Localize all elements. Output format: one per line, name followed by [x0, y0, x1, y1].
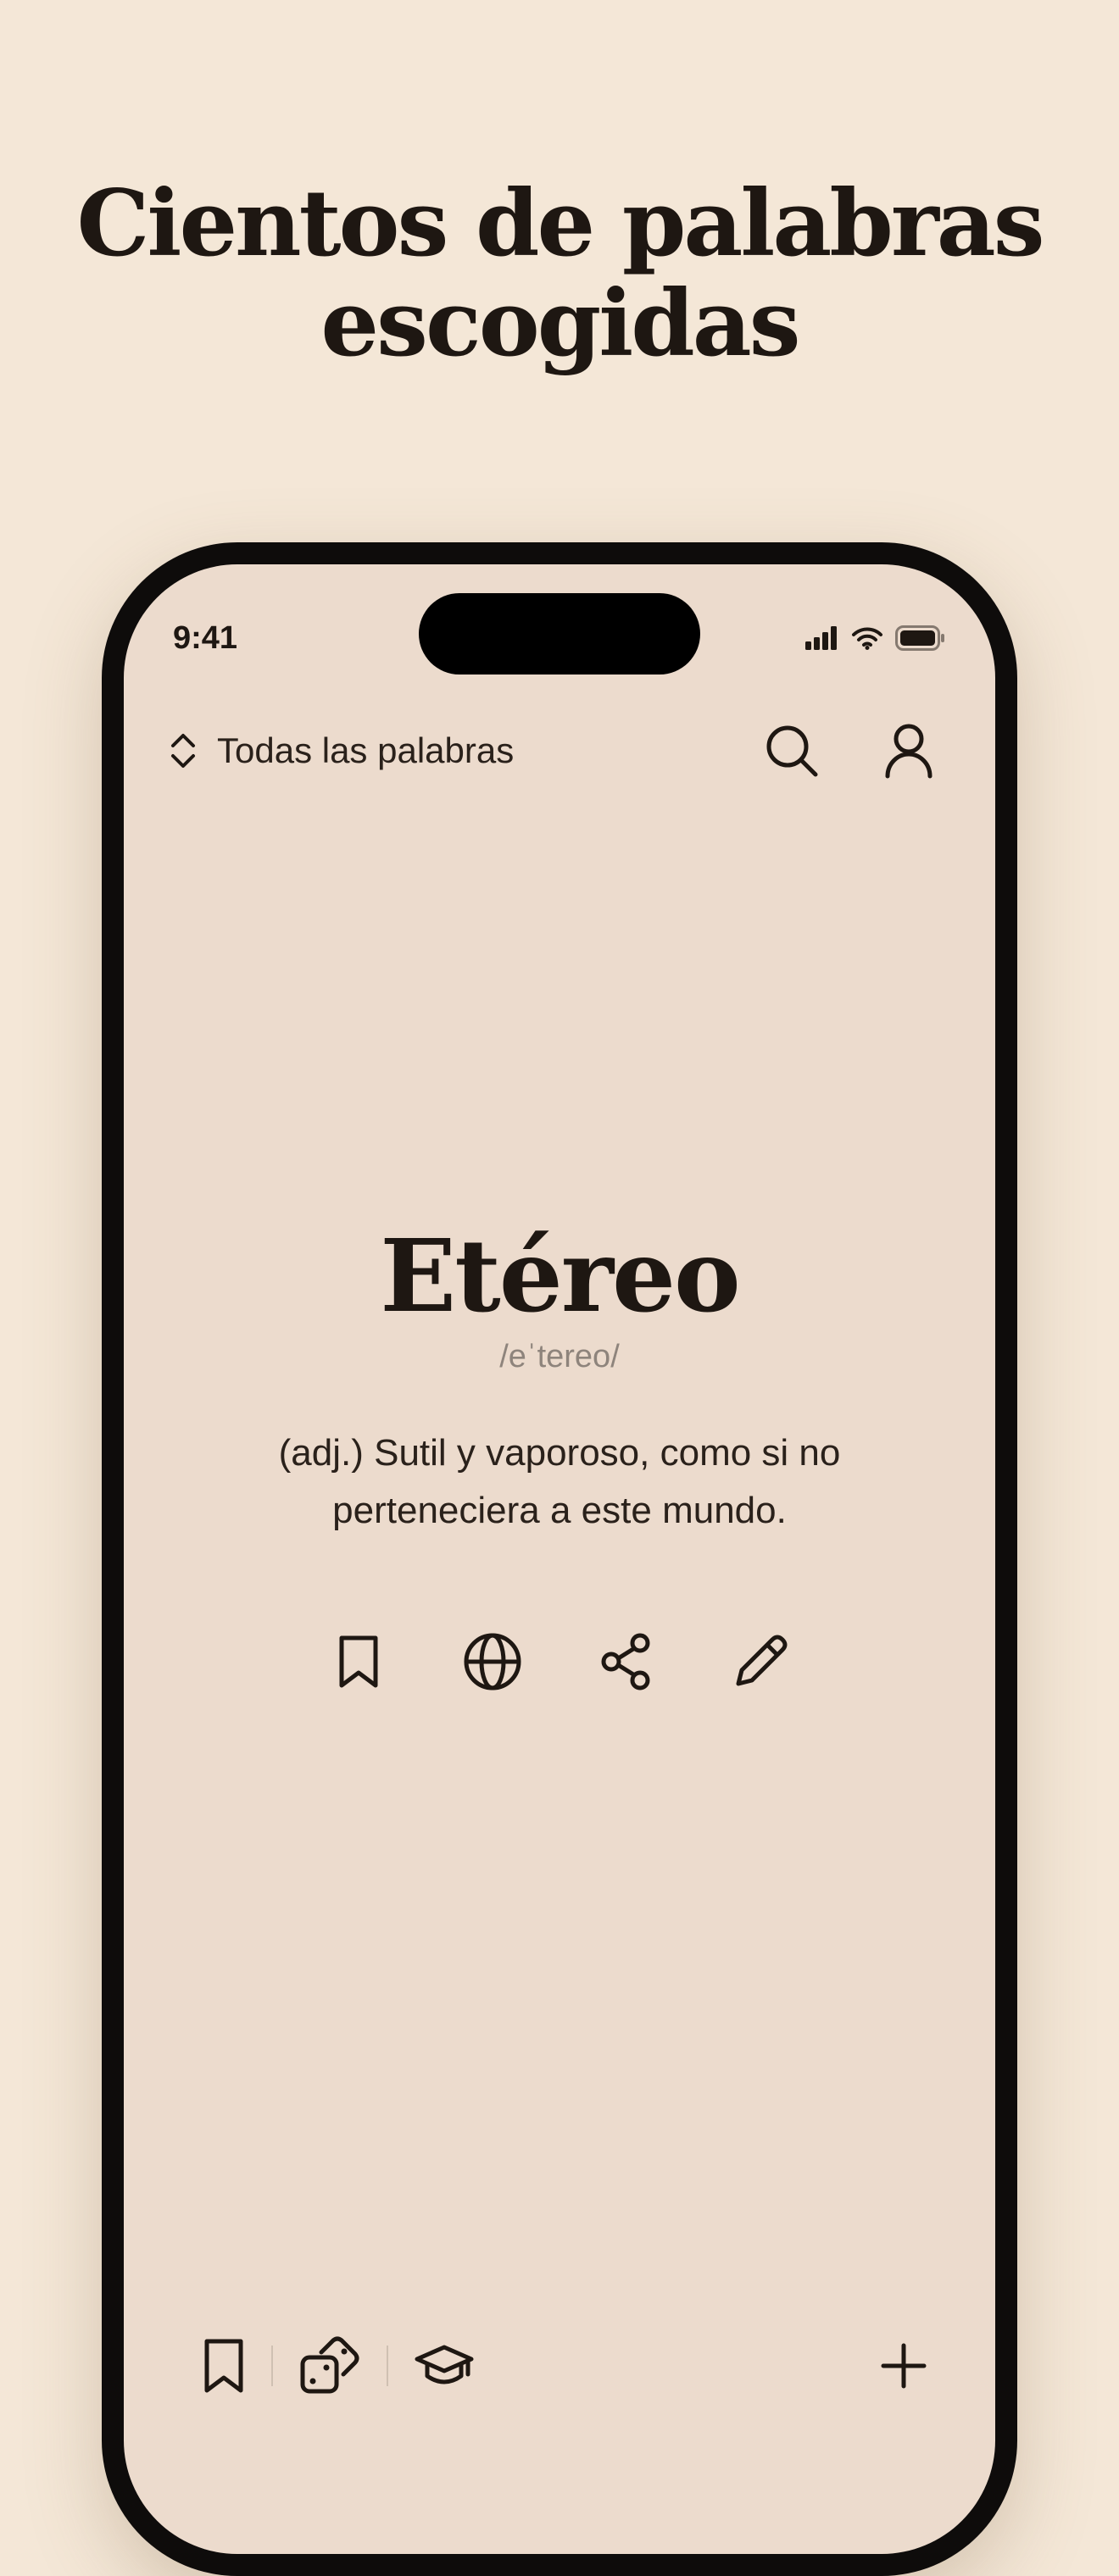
- bookmark-icon: [200, 2336, 248, 2396]
- filter-label: Todas las palabras: [217, 730, 515, 770]
- word-title: Etéreo: [380, 1217, 740, 1335]
- phone-frame: 9:41 Todas las palabras Etéreo /eˈtereo/…: [102, 542, 1017, 2576]
- headline-line-1: Cientos de palabras: [76, 170, 1044, 277]
- chevron-up-down-icon: [168, 729, 198, 773]
- saved-words-tab[interactable]: [190, 2332, 258, 2400]
- share-icon: [598, 1631, 655, 1692]
- profile-button[interactable]: [878, 720, 939, 781]
- pencil-icon: [730, 1631, 791, 1692]
- globe-icon: [462, 1631, 523, 1692]
- save-word-button[interactable]: [320, 1624, 397, 1700]
- bottom-bar-divider: [387, 2346, 388, 2386]
- search-icon: [763, 722, 821, 780]
- headline-line-2: escogidas: [320, 270, 800, 377]
- headline: Cientos de palabras escogidas: [0, 174, 1119, 374]
- word-actions: [124, 1624, 995, 1700]
- bottom-bar: [124, 2323, 995, 2408]
- dynamic-island: [419, 593, 700, 675]
- status-icons: [805, 624, 946, 652]
- phone-screen: 9:41 Todas las palabras Etéreo /eˈtereo/…: [124, 564, 995, 2554]
- random-word-tab[interactable]: [296, 2332, 364, 2400]
- word-definition: (adj.) Sutil y vaporoso, como si no pert…: [278, 1432, 841, 1531]
- bottom-bar-divider: [271, 2346, 273, 2386]
- word-phonetic: /eˈtereo/: [499, 1339, 620, 1374]
- cellular-signal-icon: [805, 626, 839, 650]
- bookmark-icon: [335, 1633, 382, 1690]
- translate-button[interactable]: [454, 1624, 531, 1700]
- learn-tab[interactable]: [410, 2332, 478, 2400]
- user-icon: [883, 722, 934, 780]
- status-time: 9:41: [173, 620, 238, 656]
- top-bar: Todas las palabras: [124, 717, 995, 785]
- share-button[interactable]: [588, 1624, 665, 1700]
- add-word-button[interactable]: [870, 2332, 938, 2400]
- plus-icon: [878, 2340, 929, 2391]
- dice-icon: [299, 2335, 360, 2396]
- wifi-icon: [851, 626, 883, 650]
- search-button[interactable]: [761, 720, 822, 781]
- edit-button[interactable]: [722, 1624, 799, 1700]
- word-filter-selector[interactable]: Todas las palabras: [168, 717, 514, 785]
- battery-icon: [895, 625, 946, 651]
- graduation-cap-icon: [414, 2340, 475, 2391]
- word-card: Etéreo /eˈtereo/ (adj.) Sutil y vaporoso…: [124, 1217, 995, 1540]
